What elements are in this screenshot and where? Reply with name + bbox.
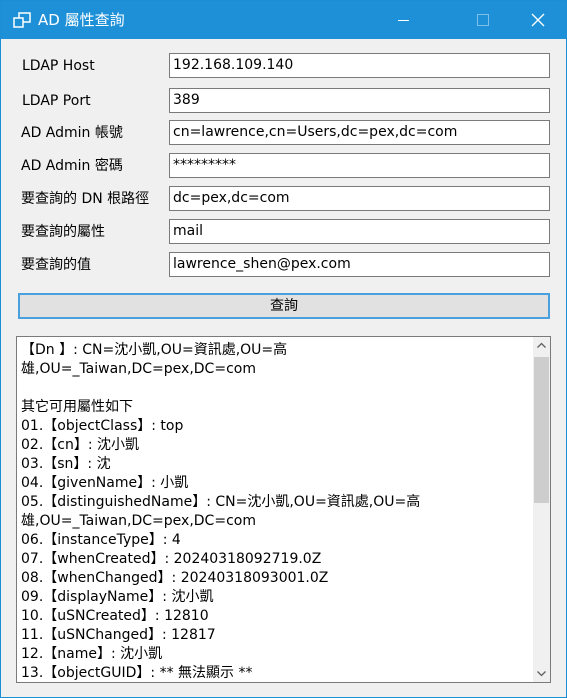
admin-password-label: AD Admin 密碼 (21, 158, 123, 174)
query-value-field[interactable]: lawrence_shen@pex.com (169, 252, 550, 277)
scroll-up-icon[interactable] (533, 337, 550, 354)
vertical-scrollbar[interactable] (533, 337, 550, 682)
result-textbox[interactable]: 【Dn 】: CN=沈小凱,OU=資訊處,OU=高 雄,OU=_Taiwan,D… (16, 336, 551, 683)
title-bar[interactable]: AD 屬性查詢 (1, 1, 566, 39)
result-text: 【Dn 】: CN=沈小凱,OU=資訊處,OU=高 雄,OU=_Taiwan,D… (21, 342, 421, 681)
maximize-icon (477, 14, 489, 26)
admin-account-label: AD Admin 帳號 (21, 125, 123, 141)
query-value-label: 要查詢的值 (21, 257, 91, 273)
scroll-down-icon[interactable] (533, 665, 550, 682)
scroll-thumb[interactable] (534, 357, 549, 503)
close-button[interactable] (520, 1, 566, 39)
base-dn-label: 要查詢的 DN 根路徑 (21, 191, 150, 207)
minimize-button[interactable] (381, 1, 427, 39)
minimize-icon (398, 20, 409, 21)
ldap-port-label: LDAP Port (22, 93, 91, 109)
app-window: AD 屬性查詢 LDAP Host 192.168.109.140 LDAP P… (0, 0, 567, 698)
query-attribute-label: 要查詢的屬性 (21, 224, 105, 240)
query-attribute-field[interactable]: mail (169, 219, 550, 244)
windows-overlap-icon (13, 12, 31, 28)
ldap-host-label: LDAP Host (22, 58, 95, 74)
window-title: AD 屬性查詢 (38, 11, 125, 29)
admin-password-field[interactable]: ********* (169, 153, 550, 178)
maximize-button (427, 1, 489, 39)
base-dn-field[interactable]: dc=pex,dc=com (169, 186, 550, 211)
admin-account-field[interactable]: cn=lawrence,cn=Users,dc=pex,dc=com (169, 120, 550, 145)
query-button[interactable]: 查詢 (18, 293, 550, 319)
ldap-port-field[interactable]: 389 (169, 88, 550, 113)
close-icon (531, 13, 545, 27)
ldap-host-field[interactable]: 192.168.109.140 (169, 53, 550, 78)
